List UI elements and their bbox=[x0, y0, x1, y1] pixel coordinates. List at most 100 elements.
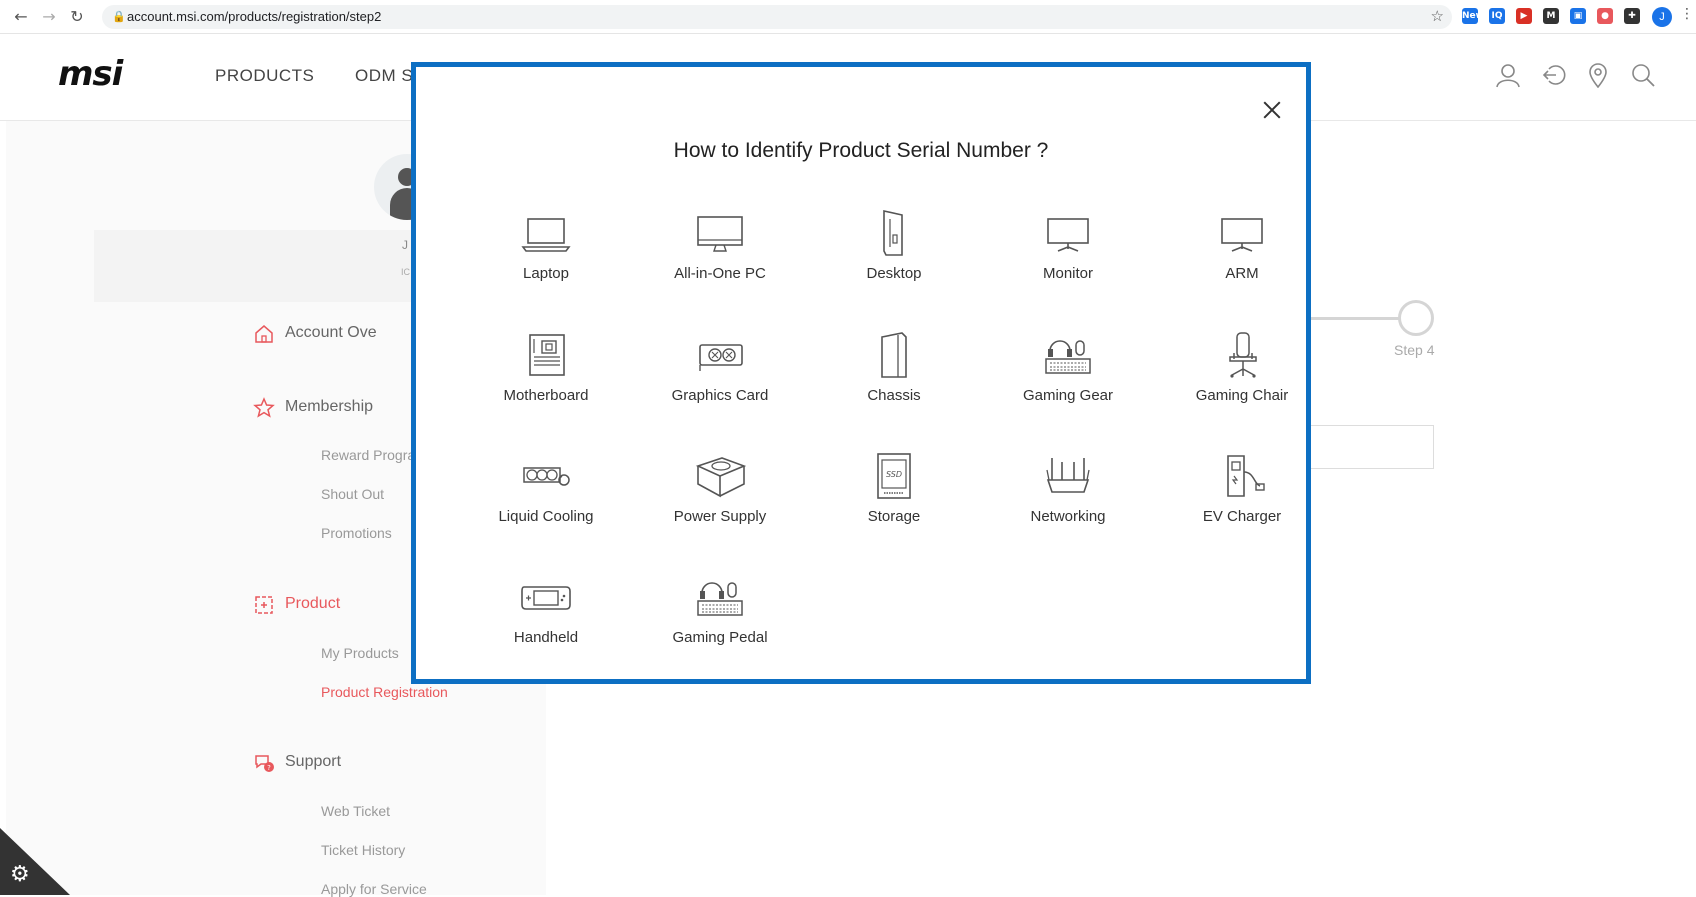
category-handheld[interactable]: Handheld bbox=[471, 571, 621, 671]
user-id-fragment: IC bbox=[401, 267, 410, 277]
sidebar-section-label: Membership bbox=[285, 398, 374, 415]
star-icon bbox=[253, 397, 275, 418]
support-chat-icon: ? bbox=[255, 755, 274, 772]
storage-icon: SSD bbox=[877, 453, 911, 499]
category-label: Graphics Card bbox=[671, 387, 769, 404]
sidebar-section-label: Account Ove bbox=[285, 324, 377, 341]
user-name-fragment: J bbox=[402, 238, 408, 252]
category-power-supply[interactable]: Power Supply bbox=[645, 450, 795, 550]
forward-arrow-icon[interactable]: → bbox=[38, 7, 60, 27]
sidebar-section-support[interactable]: ? Support bbox=[255, 753, 342, 772]
category-liquid-cooling[interactable]: Liquid Cooling bbox=[471, 450, 621, 550]
category-monitor[interactable]: Monitor bbox=[993, 207, 1143, 307]
iq-extension[interactable]: IQ bbox=[1489, 8, 1505, 24]
category-graphics-card[interactable]: Graphics Card bbox=[645, 329, 795, 429]
liquid-cooling-icon bbox=[523, 467, 570, 486]
category-gaming-chair[interactable]: Gaming Chair bbox=[1167, 329, 1317, 429]
svg-text:?: ? bbox=[267, 764, 271, 772]
address-bar[interactable]: 🔒 account.msi.com/products/registration/… bbox=[102, 5, 1452, 29]
sidebar-section-label: Product bbox=[285, 595, 341, 612]
laptop-icon bbox=[521, 218, 571, 252]
category-label: Networking bbox=[1030, 508, 1106, 525]
category-gaming-pedal[interactable]: Gaming Pedal bbox=[645, 571, 795, 671]
category-label: Storage bbox=[867, 508, 921, 525]
storage-icon-text: SSD bbox=[886, 470, 902, 479]
category-all-in-one[interactable]: All-in-One PC bbox=[645, 207, 795, 307]
networking-icon bbox=[1046, 458, 1090, 493]
user-icon[interactable] bbox=[1495, 62, 1521, 88]
category-ev-charger[interactable]: EV Charger bbox=[1167, 450, 1317, 550]
reload-icon[interactable]: ↻ bbox=[66, 7, 88, 27]
profile-avatar[interactable]: J bbox=[1652, 7, 1672, 27]
category-arm[interactable]: ARM bbox=[1167, 207, 1317, 307]
step-4-label: Step 4 bbox=[1394, 342, 1435, 358]
category-networking[interactable]: Networking bbox=[993, 450, 1143, 550]
sidebar-section-label: Support bbox=[285, 753, 342, 770]
sidebar-section-account[interactable]: Account Ove bbox=[255, 324, 377, 343]
msi-logo[interactable]: msi bbox=[58, 54, 123, 94]
category-label: EV Charger bbox=[1202, 508, 1282, 525]
bookmark-star-icon[interactable]: ☆ bbox=[1431, 7, 1444, 25]
cake-extension[interactable]: ● bbox=[1597, 8, 1613, 24]
nav-products[interactable]: PRODUCTS bbox=[215, 66, 314, 86]
step-progress-line bbox=[1305, 317, 1400, 320]
category-label: Gaming Gear bbox=[1022, 387, 1114, 404]
puzzle-extension[interactable]: ✚ bbox=[1624, 8, 1640, 24]
category-label: ARM bbox=[1225, 265, 1259, 282]
sidebar-item-product-registration[interactable]: Product Registration bbox=[321, 684, 448, 700]
gaming-gear-icon bbox=[1045, 340, 1091, 374]
graphics-card-icon bbox=[699, 344, 743, 371]
home-icon bbox=[255, 325, 273, 343]
power-supply-icon bbox=[695, 457, 747, 498]
location-pin-icon[interactable] bbox=[1585, 62, 1611, 88]
category-label: Gaming Chair bbox=[1195, 387, 1289, 404]
sidebar-item-web-ticket[interactable]: Web Ticket bbox=[321, 803, 390, 819]
back-arrow-icon[interactable]: ← bbox=[10, 7, 32, 27]
category-label: Chassis bbox=[867, 387, 921, 404]
sidebar-item-ticket-history[interactable]: Ticket History bbox=[321, 842, 405, 858]
new-badge-extension[interactable]: New bbox=[1462, 8, 1484, 24]
close-icon[interactable] bbox=[1259, 97, 1285, 123]
chassis-icon bbox=[881, 332, 907, 378]
step-4-circle bbox=[1398, 300, 1434, 336]
gaming-pedal-icon bbox=[697, 582, 743, 616]
category-storage[interactable]: SSD Storage bbox=[819, 450, 969, 550]
motherboard-icon bbox=[529, 334, 565, 376]
category-label: Handheld bbox=[513, 629, 579, 646]
m-extension[interactable]: M bbox=[1543, 8, 1559, 24]
category-label: Power Supply bbox=[673, 508, 767, 525]
category-motherboard[interactable]: Motherboard bbox=[471, 329, 621, 429]
handheld-icon bbox=[521, 586, 571, 610]
logout-icon[interactable] bbox=[1540, 62, 1566, 88]
sidebar-item-promotions[interactable]: Promotions bbox=[321, 525, 392, 541]
category-label: All-in-One PC bbox=[674, 265, 766, 282]
category-gaming-gear[interactable]: Gaming Gear bbox=[993, 329, 1143, 429]
search-icon[interactable] bbox=[1630, 62, 1656, 88]
sidebar-section-membership[interactable]: Membership bbox=[253, 397, 374, 418]
category-laptop[interactable]: Laptop bbox=[471, 207, 621, 307]
url-text[interactable]: account.msi.com/products/registration/st… bbox=[127, 9, 381, 24]
blue-square-extension[interactable]: ▣ bbox=[1570, 8, 1586, 24]
browser-menu-icon[interactable]: ⋮ bbox=[1680, 6, 1694, 22]
sidebar-item-my-products[interactable]: My Products bbox=[321, 645, 399, 661]
arm-icon bbox=[1221, 218, 1263, 252]
ev-charger-icon bbox=[1227, 455, 1265, 497]
gaming-chair-icon bbox=[1229, 332, 1257, 378]
category-label: Gaming Pedal bbox=[672, 629, 768, 646]
sidebar-section-product[interactable]: Product bbox=[255, 595, 341, 614]
browser-toolbar: ← → ↻ 🔒 account.msi.com/products/registr… bbox=[0, 0, 1696, 34]
product-box-icon bbox=[255, 596, 273, 614]
category-label: Laptop bbox=[523, 265, 569, 282]
all-in-one-pc-icon bbox=[697, 216, 743, 252]
category-label: Desktop bbox=[866, 265, 922, 282]
red-play-extension[interactable]: ▶ bbox=[1516, 8, 1532, 24]
category-desktop[interactable]: Desktop bbox=[819, 207, 969, 307]
gear-icon[interactable]: ⚙ bbox=[10, 862, 30, 887]
sidebar-item-shout-out[interactable]: Shout Out bbox=[321, 486, 384, 502]
user-info-panel bbox=[94, 230, 414, 302]
lock-icon: 🔒 bbox=[112, 10, 126, 23]
serial-number-help-modal: How to Identify Product Serial Number ? … bbox=[411, 62, 1311, 684]
sidebar-item-reward[interactable]: Reward Progra bbox=[321, 447, 415, 463]
category-chassis[interactable]: Chassis bbox=[819, 329, 969, 429]
category-label: Liquid Cooling bbox=[498, 508, 594, 525]
